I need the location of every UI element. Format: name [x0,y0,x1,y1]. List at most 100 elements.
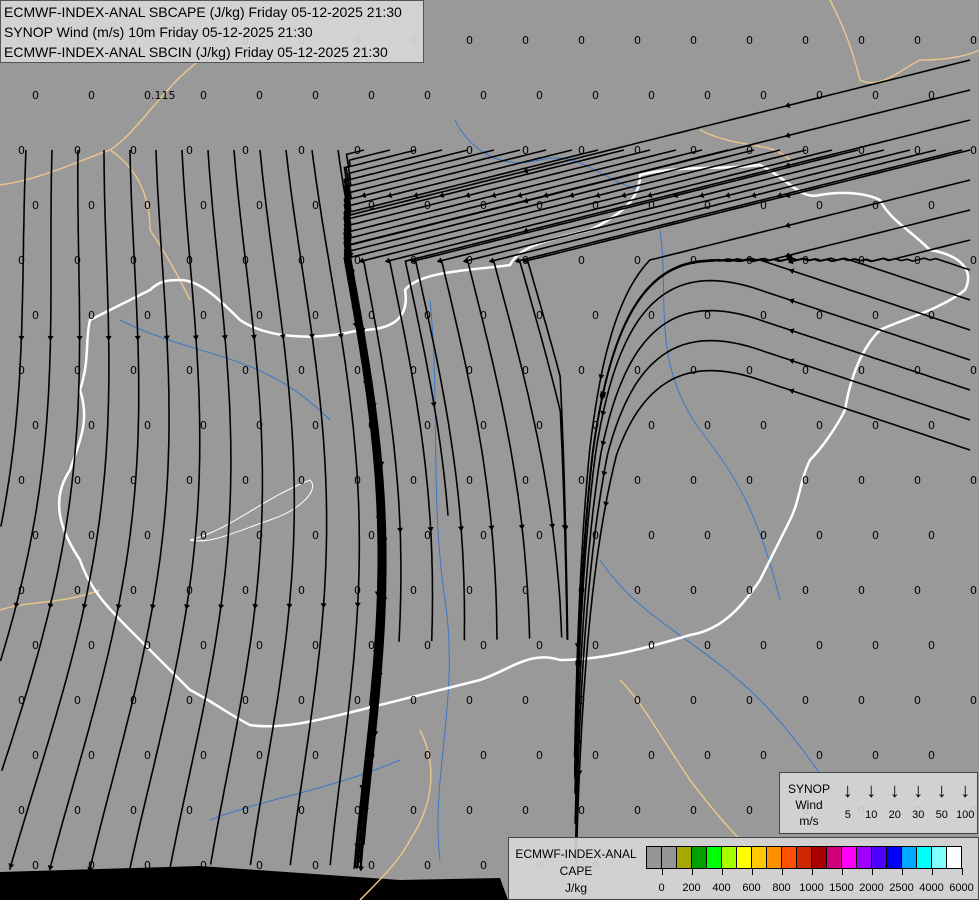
sbcin-value: 0 [760,749,767,762]
sbcin-value: 0 [368,419,375,432]
sbcin-value: 0 [410,144,417,157]
sbcin-value: 0 [144,639,151,652]
down-arrow-icon: ↓ [913,780,924,802]
sbcin-value: 0 [130,584,137,597]
sbcin-value: 0 [704,309,711,322]
sbcin-value: 0 [242,364,249,377]
sbcin-value: 0 [312,749,319,762]
cape-tick [721,868,723,875]
sbcin-value: 0 [578,584,585,597]
sbcin-value: 0 [746,694,753,707]
sbcin-value: 0 [354,694,361,707]
sbcin-value: 0 [592,309,599,322]
sbcin-value: 0 [144,859,151,872]
sbcin-value: 0 [648,639,655,652]
sbcin-value: 0 [746,584,753,597]
sbcin-value: 0 [578,144,585,157]
weather-map[interactable]: 0 0 0 0 0 0 0 0 0 0 0 0 0 0 0 0 0 0 0 0 0.115 0 0 0 0 0 0 0 0 0 0 0 0 0 0 0… [0,0,979,900]
sbcin-value: 0 [872,639,879,652]
cape-tick-label: 1500 [829,882,854,894]
sbcin-value: 0 [242,474,249,487]
sbcin-value: 0 [690,584,697,597]
sbcin-value: 0 [816,309,823,322]
sbcin-value: 0 [256,309,263,322]
sbcin-value: 0 [410,584,417,597]
sbcin-value: 0 [410,474,417,487]
sbcin-value: 0 [704,199,711,212]
sbcin-value: 0 [746,474,753,487]
synop-legend-entry: ↓ 20 [883,779,907,821]
sbcin-value: 0 [914,254,921,267]
sbcin-value: 0 [970,474,977,487]
sbcin-value: 0 [746,34,753,47]
cape-tick-label: 800 [772,882,791,894]
cape-color-swatch [737,847,752,868]
sbcin-value: 0 [368,309,375,322]
cape-tick-label: 400 [712,882,731,894]
sbcin-value: 0 [802,254,809,267]
sbcin-value: 0 [256,199,263,212]
sbcin-value: 0 [480,199,487,212]
down-arrow-icon: ↓ [842,780,853,802]
cape-color-bar [646,846,962,869]
sbcin-value: 0 [354,584,361,597]
sbcin-value: 0 [144,309,151,322]
sbcin-value: 0 [648,89,655,102]
sbcin-value: 0 [312,89,319,102]
sbcin-value: 0 [914,364,921,377]
sbcin-value: 0 [690,34,697,47]
sbcin-value: 0 [144,419,151,432]
sbcin-value: 0 [32,639,39,652]
synop-legend-entry: ↓ 30 [907,779,931,821]
sbcin-value: 0 [928,89,935,102]
sbcin-value: 0 [130,254,137,267]
sbcin-value: 0 [858,584,865,597]
sbcin-value: 0 [74,694,81,707]
sbcin-value: 0 [410,364,417,377]
sbcin-value: 0 [634,804,641,817]
sbcin-value: 0 [648,199,655,212]
cape-tick-label: 1000 [799,882,824,894]
cape-tick-label: 4000 [919,882,944,894]
sbcin-value: 0 [970,144,977,157]
sbcin-value: 0 [802,694,809,707]
sbcin-value: 0 [74,254,81,267]
cape-color-swatch [677,847,692,868]
sbcin-value: 0 [74,144,81,157]
sbcin-value: 0 [256,419,263,432]
sbcin-value: 0 [592,529,599,542]
cape-color-swatch [842,847,857,868]
cape-color-swatch [887,847,902,868]
synop-speed-label: 50 [935,809,948,821]
sbcin-value: 0 [466,34,473,47]
sbcin-value: 0 [480,639,487,652]
cape-tick [961,868,963,875]
sbcin-value: 0 [858,694,865,707]
sbcin-value: 0 [424,859,431,872]
sbcin-value: 0 [130,474,137,487]
sbcin-value: 0 [256,749,263,762]
sbcin-value: 0 [858,34,865,47]
sbcin-value: 0 [928,749,935,762]
sbcin-value: 0 [746,804,753,817]
down-arrow-icon: ↓ [866,780,877,802]
sbcin-value: 0 [704,89,711,102]
sbcin-value: 0 [298,364,305,377]
sbcin-value: 0 [522,804,529,817]
sbcin-value: 0 [914,694,921,707]
sbcin-value: 0 [816,419,823,432]
sbcin-value: 0 [200,529,207,542]
sbcin-value: 0 [130,804,137,817]
synop-speed-label: 20 [888,809,901,821]
sbcin-value: 0 [312,199,319,212]
sbcin-value: 0 [816,529,823,542]
sbcin-value: 0 [592,419,599,432]
sbcin-value: 0 [634,584,641,597]
synop-speed-label: 5 [844,809,851,821]
sbcin-value: 0 [368,89,375,102]
synop-legend-entry: ↓ 100 [954,779,978,821]
sbcin-value: 0 [760,199,767,212]
cape-color-swatch [707,847,722,868]
sbcin-value: 0 [88,639,95,652]
cape-color-swatch [872,847,887,868]
